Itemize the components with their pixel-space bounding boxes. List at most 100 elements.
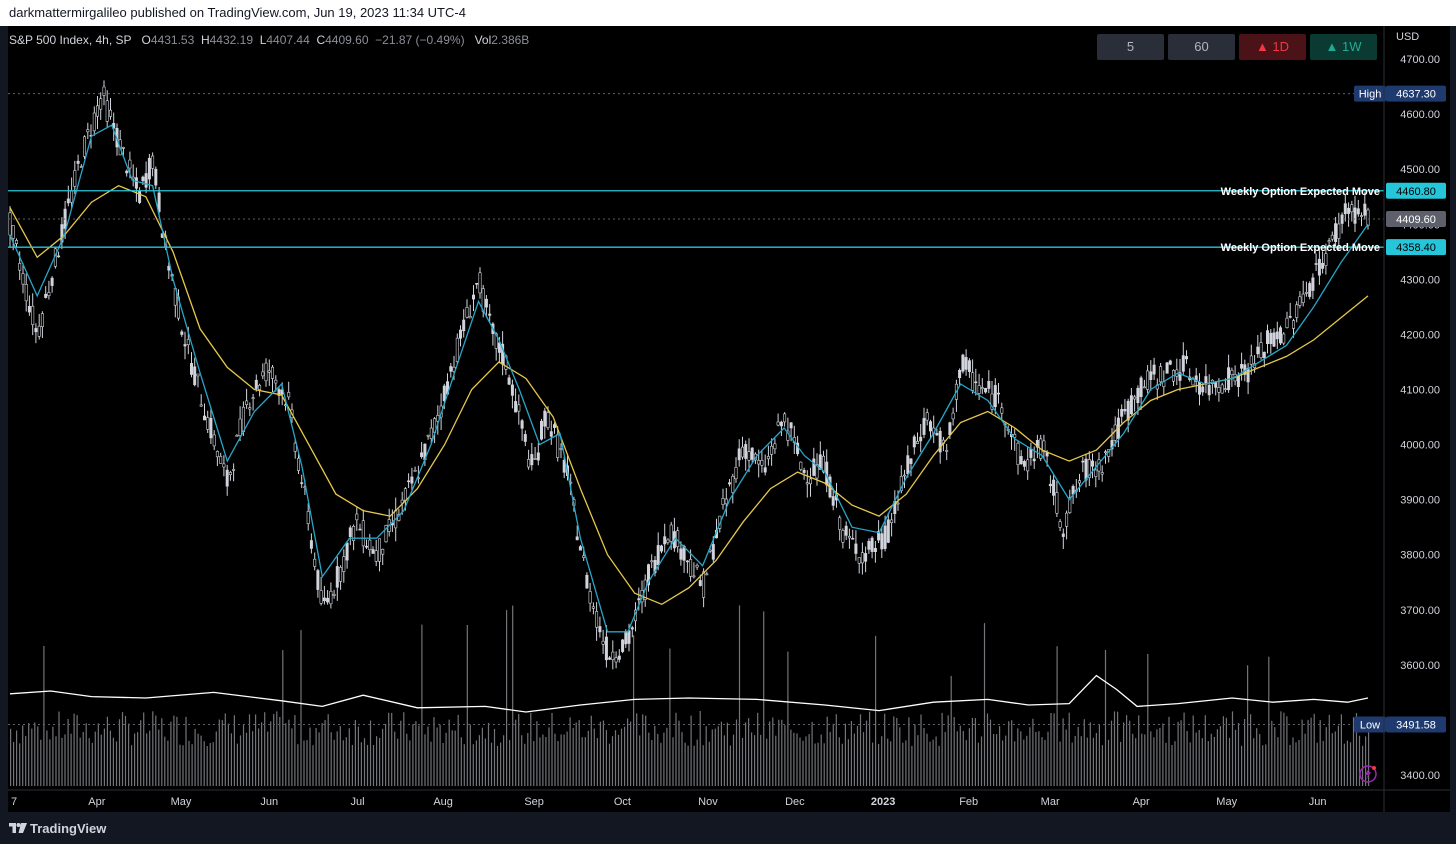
volume-bar [926, 733, 928, 786]
volume-bar [1241, 745, 1243, 786]
volume-bar [920, 714, 922, 786]
volume-bar [400, 720, 402, 786]
volume-bar [620, 728, 623, 786]
volume-bar [496, 745, 499, 786]
volume-bar [959, 725, 961, 786]
volume-bar [448, 719, 450, 786]
y-axis-tick-label: 4600.00 [1400, 109, 1440, 121]
y-axis-tick-label: 3900.00 [1400, 495, 1440, 507]
volume-bar [1328, 714, 1330, 786]
volume-bar [167, 740, 169, 786]
price-tag-text: 4637.30 [1396, 89, 1436, 101]
volume-bar [633, 635, 635, 786]
candle-body [1048, 483, 1052, 487]
volume-bar [1319, 720, 1321, 786]
volume-bar [46, 730, 48, 786]
candle-body [31, 305, 35, 325]
candle-body [637, 598, 641, 601]
candle-body [585, 574, 589, 589]
volume-bar [784, 725, 786, 786]
timeframe-1w-button[interactable]: ▲ 1W [1310, 34, 1377, 60]
candle-body [705, 573, 709, 576]
x-axis-tick-label: 2023 [871, 796, 895, 808]
candle-body [358, 528, 362, 531]
volume-bar [418, 725, 420, 786]
volume-bar [1098, 724, 1100, 786]
volume-bar [369, 720, 372, 786]
volume-bar [500, 742, 502, 786]
volume-bar [666, 727, 668, 786]
volume-bar [1029, 727, 1031, 786]
volume-bar [137, 732, 139, 786]
volume-bar [336, 731, 338, 786]
volume-bar [593, 728, 595, 786]
candle-body [44, 293, 48, 298]
currency-label[interactable]: USD [1396, 31, 1419, 43]
volume-bar [79, 737, 81, 786]
volume-bar [403, 712, 405, 786]
candle-body [410, 476, 414, 484]
candle-body [669, 524, 673, 542]
candle-body [83, 136, 87, 157]
volume-bar [705, 726, 707, 786]
volume-bar [799, 737, 801, 786]
chart-pane[interactable]: Weekly Option Expected Move 4460.80 Weekly… [8, 26, 1450, 812]
volume-bar [578, 720, 580, 786]
y-axis-tick-label: 4500.00 [1400, 164, 1440, 176]
price-chart[interactable]: Weekly Option Expected Move 4460.80 Weekly… [8, 26, 1450, 812]
volume-bar [566, 731, 568, 786]
volume-bar [878, 744, 880, 786]
volume-bar [1334, 731, 1336, 786]
volume-bar [1038, 731, 1040, 786]
y-axis-tick-label: 3800.00 [1400, 550, 1440, 562]
timeframe-1d-button[interactable]: ▲ 1D [1239, 34, 1306, 60]
candle-body [1295, 304, 1299, 318]
candle-body [1366, 209, 1370, 226]
candle-body [789, 422, 793, 429]
volume-bar [67, 719, 69, 786]
candle-body [196, 373, 200, 377]
candle-body [536, 452, 540, 461]
volume-bar [717, 726, 719, 786]
candle-body [1185, 356, 1189, 360]
tradingview-logo-icon [9, 823, 27, 833]
volume-bar [738, 605, 741, 786]
y-axis-tick-label: 4700.00 [1400, 54, 1440, 66]
open-label: O [141, 33, 151, 47]
candle-body [24, 283, 28, 302]
volume-bar [899, 727, 901, 786]
volume-bar [164, 736, 166, 786]
volume-label: Vol [474, 33, 492, 47]
timeframe-60-button[interactable]: 60 [1168, 34, 1235, 60]
x-axis-tick-label: May [1216, 796, 1237, 808]
candle-body [692, 575, 696, 578]
close-label: C [316, 33, 326, 47]
candle-body [264, 362, 268, 382]
candle-body [702, 571, 706, 598]
volume-bar [977, 742, 979, 786]
volume-bar [835, 714, 837, 786]
volume-bar [1352, 717, 1355, 786]
candle-body [1091, 460, 1095, 467]
candle-body [1065, 512, 1069, 527]
volume-bar [708, 741, 710, 786]
candle-body [1055, 492, 1059, 514]
volume-bar [509, 740, 511, 786]
volume-bar [820, 734, 822, 786]
volume-bar [97, 723, 99, 786]
candle-body [478, 272, 482, 294]
candle-body [1136, 387, 1140, 404]
candle-body [426, 434, 430, 437]
volume-bar [581, 737, 583, 786]
volume-bar [772, 717, 774, 786]
volume-bar [1253, 738, 1255, 786]
timeframe-5-button[interactable]: 5 [1097, 34, 1164, 60]
candle-body [364, 545, 368, 548]
volume-bar [188, 740, 190, 786]
volume-bar [34, 722, 36, 786]
candle-body [1207, 384, 1211, 396]
candle-body [695, 564, 699, 568]
volume-bar [1008, 721, 1010, 786]
volume-value: 2.386B [491, 33, 530, 47]
candle-body [1123, 408, 1127, 412]
